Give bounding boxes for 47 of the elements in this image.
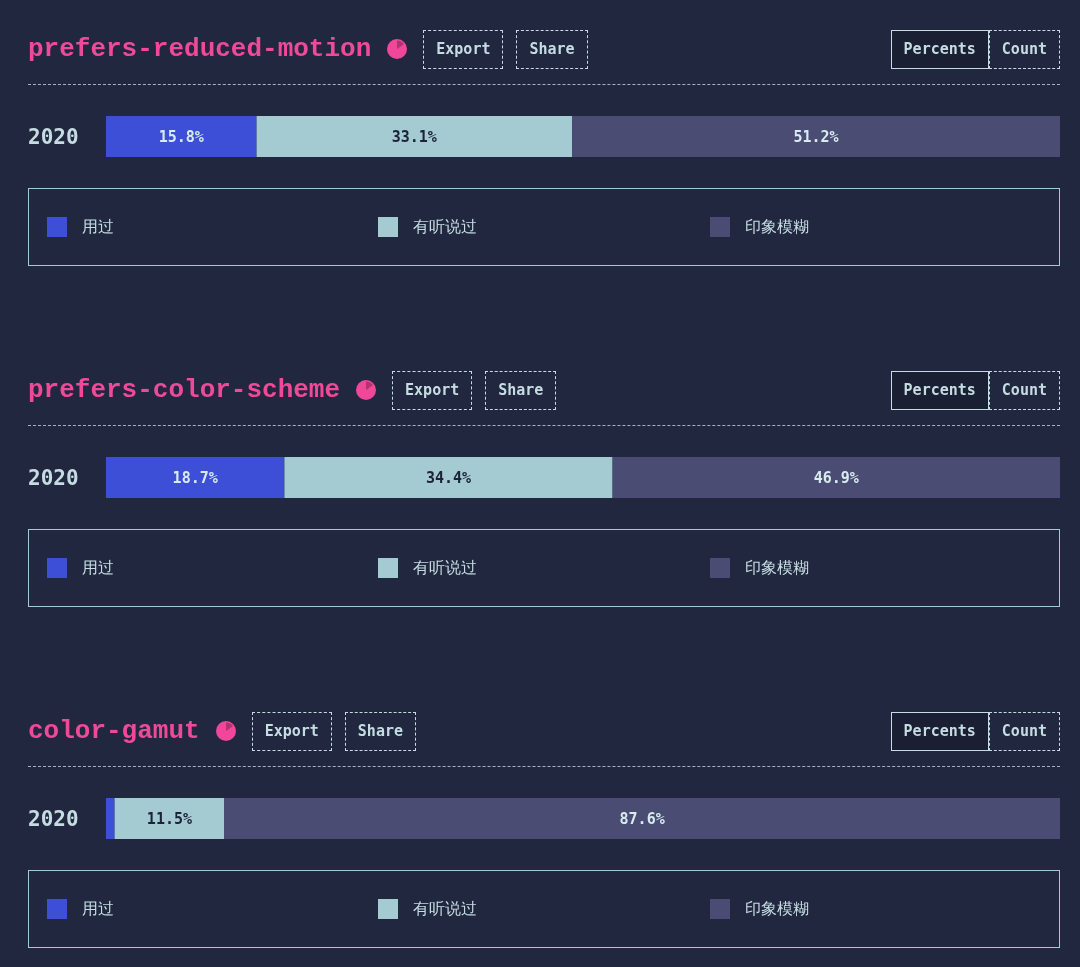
action-button[interactable]: Share [344, 711, 416, 751]
legend-label: 有听说过 [413, 898, 478, 920]
toggle-tab[interactable]: Percents [890, 370, 989, 410]
legend-swatch [47, 217, 67, 237]
toggle-tab[interactable]: Count [988, 29, 1060, 69]
section-title: color-gamut [28, 716, 200, 746]
section-title: prefers-color-scheme [28, 375, 341, 405]
percent-label: 46.9% [813, 468, 859, 487]
legend-swatch [47, 558, 67, 578]
legend-swatch [378, 558, 399, 578]
action-button[interactable]: Export [423, 29, 504, 69]
percent-label: 33.1% [391, 127, 437, 146]
legend-label: 用过 [82, 898, 114, 920]
legend-swatch [709, 217, 730, 237]
legend-label: 印象模糊 [744, 216, 809, 238]
pie-chart-icon[interactable] [387, 39, 408, 59]
legend-label: 用过 [82, 216, 114, 238]
percent-label: 18.7% [172, 468, 218, 487]
legend-label: 有听说过 [413, 216, 478, 238]
legend-label: 有听说过 [413, 557, 478, 579]
percent-label: 34.4% [425, 468, 472, 487]
section-title: prefers-reduced-motion [28, 34, 372, 64]
pie-chart-icon[interactable] [215, 721, 236, 741]
toggle-tab[interactable]: Percents [890, 711, 989, 751]
year-label: 2020 [28, 466, 79, 490]
action-button[interactable]: Export [251, 711, 332, 751]
percent-label: 51.2% [793, 127, 839, 146]
legend-swatch [47, 899, 67, 919]
action-button[interactable]: Share [516, 29, 588, 69]
year-label: 2020 [28, 807, 79, 831]
toggle-tab[interactable]: Count [988, 370, 1060, 410]
action-button[interactable]: Export [392, 370, 473, 410]
legend-label: 用过 [82, 557, 114, 579]
legend-swatch [709, 899, 730, 919]
percent-label: 87.6% [619, 809, 665, 828]
legend-label: 印象模糊 [744, 557, 809, 579]
percent-label: 15.8% [158, 127, 204, 146]
action-button[interactable]: Share [485, 370, 557, 410]
legend-swatch [378, 217, 399, 237]
legend-swatch [709, 558, 730, 578]
toggle-tab[interactable]: Count [988, 711, 1060, 751]
legend-swatch [378, 899, 399, 919]
legend-label: 印象模糊 [744, 898, 809, 920]
pie-chart-icon[interactable] [356, 380, 377, 400]
percent-label: 11.5% [146, 809, 192, 828]
year-label: 2020 [28, 125, 79, 149]
toggle-tab[interactable]: Percents [890, 29, 989, 69]
